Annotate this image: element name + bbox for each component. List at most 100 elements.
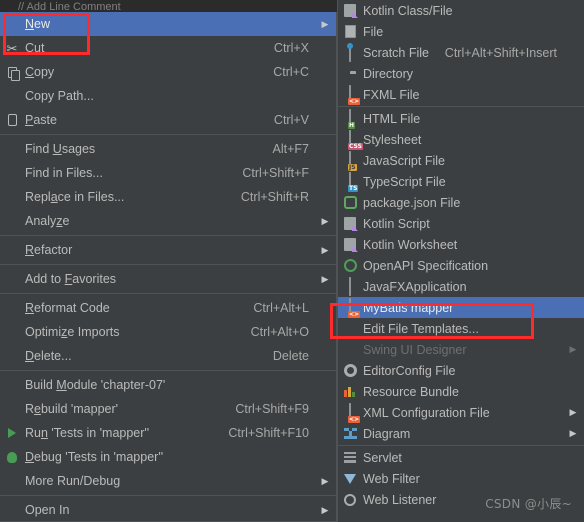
menu-item-label: Scratch File	[363, 45, 429, 60]
menu-item-typescript-file[interactable]: TS TypeScript File	[338, 171, 584, 192]
menu-item-diagram[interactable]: Diagram ▶	[338, 423, 584, 444]
chevron-right-icon: ▶	[321, 244, 329, 255]
gear-icon	[340, 363, 360, 379]
menu-item-optimize-imports[interactable]: Optimize Imports Ctrl+Alt+O	[0, 320, 336, 344]
menu-item-label: Reformat Code	[25, 301, 110, 315]
copy-icon	[2, 64, 22, 81]
no-icon	[340, 342, 360, 358]
new-submenu[interactable]: Kotlin Class/File File Scratch File Ctrl+Al…	[337, 0, 584, 522]
menu-item-replace-in-files[interactable]: Replace in Files... Ctrl+Shift+R	[0, 185, 336, 209]
menu-item-xml-configuration-file[interactable]: <> XML Configuration File ▶	[338, 402, 584, 423]
no-icon	[2, 348, 22, 364]
no-icon	[2, 242, 22, 258]
menu-item-label: Stylesheet	[363, 132, 422, 147]
html-file-icon: H	[340, 108, 360, 129]
menu-item-label: Build Module 'chapter-07'	[25, 378, 166, 392]
xml-config-icon: <>	[340, 402, 361, 423]
menu-item-paste[interactable]: Paste Ctrl+V	[0, 108, 336, 132]
menu-item-copy-path[interactable]: Copy Path...	[0, 84, 336, 108]
menu-item-javascript-file[interactable]: JS JavaScript File	[338, 150, 584, 171]
menu-item-shortcut: Ctrl+Alt+O	[250, 325, 309, 339]
menu-item-find-usages[interactable]: Find Usages Alt+F7	[0, 137, 336, 161]
menu-item-stylesheet[interactable]: CSS Stylesheet	[338, 129, 584, 150]
menu-item-kotlin-class-file[interactable]: Kotlin Class/File	[338, 0, 584, 21]
no-icon	[2, 213, 22, 229]
menu-item-refactor[interactable]: Refactor ▶	[0, 238, 336, 262]
menu-item-label: Open In	[25, 503, 70, 517]
menu-item-package-json-file[interactable]: package.json File	[338, 192, 584, 213]
menu-item-shortcut: Ctrl+X	[273, 41, 309, 55]
ts-file-icon: TS	[340, 171, 360, 192]
file-icon	[340, 24, 360, 40]
menu-item-open-in[interactable]: Open In ▶	[0, 498, 336, 521]
menu-separator	[0, 370, 336, 371]
menu-item-directory[interactable]: Directory	[338, 63, 584, 84]
menu-item-shortcut: Ctrl+V	[273, 113, 309, 127]
menu-item-openapi-specification[interactable]: OpenAPI Specification	[338, 255, 584, 276]
menu-item-label: New	[25, 17, 51, 31]
chevron-right-icon: ▶	[321, 475, 329, 486]
menu-item-kotlin-worksheet[interactable]: Kotlin Worksheet	[338, 234, 584, 255]
mybatis-mapper-icon: <>	[340, 297, 361, 318]
menu-item-label: Copy Path...	[25, 89, 94, 103]
menu-separator	[0, 134, 336, 135]
editor-context-menu[interactable]: New ▶ ✂ Cut Ctrl+X Copy Ctrl+C Copy Path... Past…	[0, 12, 337, 522]
chevron-right-icon: ▶	[569, 407, 577, 417]
menu-item-debug-tests-in-mapper[interactable]: Debug 'Tests in 'mapper''	[0, 445, 336, 469]
menu-item-label: Kotlin Worksheet	[363, 237, 458, 252]
menu-item-new[interactable]: New ▶	[0, 12, 336, 36]
menu-item-html-file[interactable]: H HTML File	[338, 108, 584, 129]
menu-separator	[338, 445, 584, 446]
no-icon	[2, 271, 22, 287]
menu-item-shortcut: Delete	[272, 349, 309, 363]
no-icon	[2, 300, 22, 316]
kotlin-script-icon	[340, 216, 360, 232]
menu-item-fxml-file[interactable]: <> FXML File	[338, 84, 584, 105]
menu-item-label: Optimize Imports	[25, 325, 120, 339]
menu-item-label: File	[363, 24, 384, 39]
menu-item-swing-ui-designer: Swing UI Designer ▶	[338, 339, 584, 360]
menu-item-cut[interactable]: ✂ Cut Ctrl+X	[0, 36, 336, 60]
menu-item-run-tests-in-mapper[interactable]: Run 'Tests in 'mapper'' Ctrl+Shift+F10	[0, 421, 336, 445]
cut-icon: ✂	[6, 40, 18, 56]
menu-item-label: FXML File	[363, 87, 420, 102]
menu-item-copy[interactable]: Copy Ctrl+C	[0, 60, 336, 84]
menu-item-servlet[interactable]: Servlet	[338, 447, 584, 468]
menu-item-label: Add to Favorites	[25, 272, 117, 286]
menu-item-label: Resource Bundle	[363, 384, 459, 399]
menu-item-label: Kotlin Class/File	[363, 3, 453, 18]
menu-item-shortcut: Ctrl+Shift+F	[242, 166, 309, 180]
menu-item-web-filter[interactable]: Web Filter	[338, 468, 584, 489]
menu-item-reformat-code[interactable]: Reformat Code Ctrl+Alt+L	[0, 296, 336, 320]
menu-item-analyze[interactable]: Analyze ▶	[0, 209, 336, 233]
no-icon	[2, 377, 22, 393]
menu-item-shortcut: Ctrl+C	[273, 65, 309, 79]
menu-item-label: Find in Files...	[25, 166, 103, 180]
menu-item-resource-bundle[interactable]: Resource Bundle	[338, 381, 584, 402]
menu-item-label: OpenAPI Specification	[363, 258, 489, 273]
menu-item-scratch-file[interactable]: Scratch File Ctrl+Alt+Shift+Insert	[338, 42, 584, 63]
menu-separator	[0, 235, 336, 236]
menu-item-rebuild-mapper[interactable]: Rebuild 'mapper' Ctrl+Shift+F9	[0, 397, 336, 421]
menu-item-javafxapplication[interactable]: JavaFXApplication	[338, 276, 584, 297]
menu-item-label: Web Filter	[363, 471, 420, 486]
menu-item-label: Directory	[363, 66, 414, 81]
menu-item-find-in-files[interactable]: Find in Files... Ctrl+Shift+F	[0, 161, 336, 185]
menu-item-edit-file-templates[interactable]: Edit File Templates...	[338, 318, 584, 339]
menu-item-label: Servlet	[363, 450, 402, 465]
menu-item-more-run-debug[interactable]: More Run/Debug ▶	[0, 469, 336, 493]
menu-item-editorconfig-file[interactable]: EditorConfig File	[338, 360, 584, 381]
menu-item-label: package.json File	[363, 195, 461, 210]
diagram-icon	[340, 426, 360, 442]
menu-item-mybatis-mapper[interactable]: <> MyBatis mapper	[338, 297, 584, 318]
menu-item-label: Copy	[25, 65, 55, 79]
menu-item-kotlin-script[interactable]: Kotlin Script	[338, 213, 584, 234]
menu-item-label: HTML File	[363, 111, 421, 126]
kotlin-worksheet-icon	[340, 237, 360, 253]
menu-item-build-module-chapter-07[interactable]: Build Module 'chapter-07'	[0, 373, 336, 397]
menu-item-file[interactable]: File	[338, 21, 584, 42]
chevron-right-icon: ▶	[569, 428, 577, 438]
css-file-icon: CSS	[340, 129, 363, 150]
menu-item-delete[interactable]: Delete... Delete	[0, 344, 336, 368]
menu-item-add-to-favorites[interactable]: Add to Favorites ▶	[0, 267, 336, 291]
